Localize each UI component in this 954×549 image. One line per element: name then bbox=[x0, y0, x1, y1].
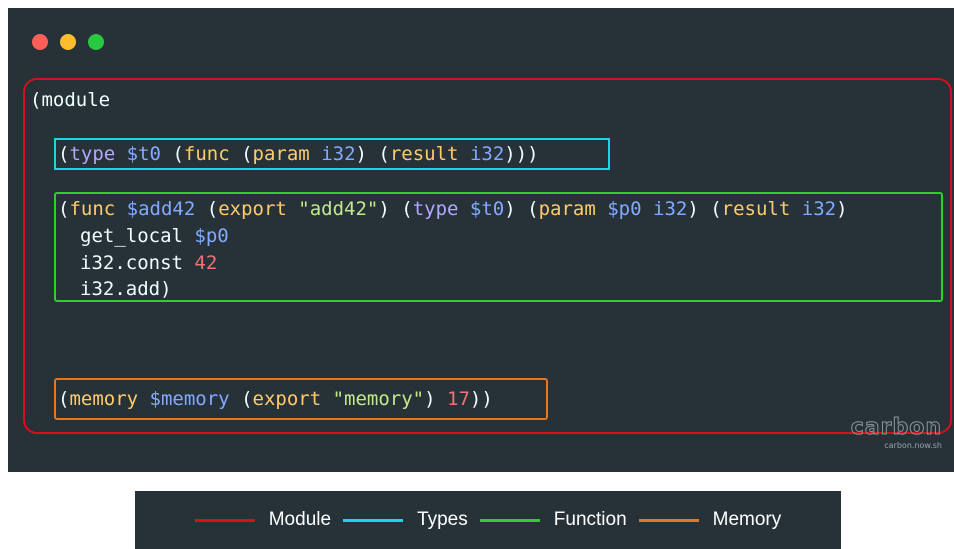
token: ( bbox=[58, 143, 70, 165]
carbon-watermark: carbon carbon.now.sh bbox=[850, 415, 942, 450]
code-window: (module (type $t0 (func (param i32) (res… bbox=[8, 8, 954, 472]
legend-label: Types bbox=[417, 509, 468, 530]
identifier-token: $memory bbox=[149, 388, 230, 410]
code-line-i32-add: i32.add) bbox=[80, 276, 172, 302]
token: ) bbox=[836, 198, 848, 220]
carbon-url: carbon.now.sh bbox=[884, 441, 942, 450]
keyword-token: func bbox=[183, 143, 230, 165]
code-line-type: (type $t0 (func (param i32) (result i32)… bbox=[58, 141, 539, 167]
number-token: 42 bbox=[194, 252, 218, 274]
legend-label: Module bbox=[268, 509, 332, 530]
token: ( bbox=[161, 143, 184, 165]
string-token: "add42" bbox=[298, 198, 379, 220]
type-token: i32 bbox=[469, 143, 505, 165]
token: ) bbox=[424, 388, 448, 410]
type-token: i32 bbox=[653, 198, 688, 220]
zoom-dot-icon[interactable] bbox=[88, 34, 104, 50]
cyan-line-icon bbox=[343, 518, 404, 522]
identifier-token: $p0 bbox=[607, 198, 642, 220]
keyword-token: func bbox=[69, 198, 116, 220]
token: ) ( bbox=[687, 198, 722, 220]
token: ) ( bbox=[355, 143, 390, 165]
keyword-token: param bbox=[252, 143, 310, 165]
identifier-token: $add42 bbox=[126, 198, 196, 220]
identifier-token: $t0 bbox=[469, 198, 505, 220]
identifier-token: $t0 bbox=[126, 143, 161, 165]
keyword-token: export bbox=[252, 388, 322, 410]
keyword-token: export bbox=[218, 198, 287, 220]
keyword-token: type bbox=[412, 198, 459, 220]
token: ) ( bbox=[378, 198, 413, 220]
token: ( bbox=[229, 143, 253, 165]
type-token: i32 bbox=[321, 143, 356, 165]
minimize-dot-icon[interactable] bbox=[60, 34, 76, 50]
legend-item-function: Function bbox=[479, 509, 627, 531]
legend-label: Memory bbox=[712, 509, 782, 530]
legend-item-module: Module bbox=[194, 509, 332, 531]
token: ) ( bbox=[504, 198, 539, 220]
opcode-token: i32.add bbox=[80, 278, 161, 300]
keyword-token: memory bbox=[69, 388, 139, 410]
token: ) bbox=[160, 278, 172, 300]
green-line-icon bbox=[479, 518, 540, 522]
code-line-func: (func $add42 (export "add42") (type $t0)… bbox=[58, 196, 848, 222]
code-line-module: (module bbox=[30, 87, 110, 113]
token: )) bbox=[469, 388, 493, 410]
code-block: (module (type $t0 (func (param i32) (res… bbox=[8, 8, 848, 410]
identifier-token: $p0 bbox=[194, 225, 229, 247]
token: ( bbox=[58, 198, 70, 220]
keyword-token: result bbox=[721, 198, 791, 220]
number-token: 17 bbox=[447, 388, 470, 410]
token: ( bbox=[195, 198, 219, 220]
carbon-logo-text: carbon bbox=[850, 415, 942, 440]
legend-item-types: Types bbox=[343, 509, 468, 531]
opcode-token: get_local bbox=[80, 225, 183, 247]
legend-item-memory: Memory bbox=[638, 509, 782, 531]
legend-label: Function bbox=[553, 509, 627, 530]
orange-line-icon bbox=[638, 518, 699, 522]
keyword-token: result bbox=[389, 143, 459, 165]
keyword-token: param bbox=[538, 198, 596, 220]
token: ))) bbox=[504, 143, 539, 165]
code-line-i32-const: i32.const 42 bbox=[80, 250, 217, 276]
opcode-token: i32.const bbox=[80, 252, 183, 274]
type-token: i32 bbox=[801, 198, 837, 220]
legend: Module Types Function Memory bbox=[135, 491, 841, 549]
red-line-icon bbox=[194, 518, 255, 522]
token: ( bbox=[58, 388, 70, 410]
token: ( bbox=[229, 388, 253, 410]
module-open-token: (module bbox=[30, 89, 111, 111]
code-line-memory: (memory $memory (export "memory") 17)) bbox=[58, 386, 493, 412]
keyword-token: type bbox=[69, 143, 116, 165]
code-line-get-local: get_local $p0 bbox=[80, 223, 229, 249]
string-token: "memory" bbox=[332, 388, 425, 410]
